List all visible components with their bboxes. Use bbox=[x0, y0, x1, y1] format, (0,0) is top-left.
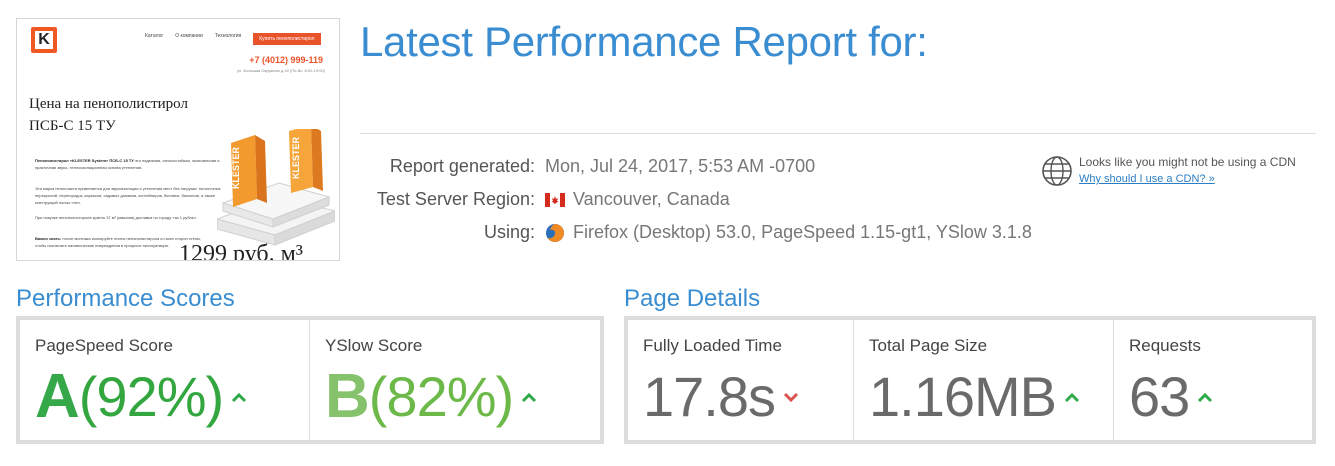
site-logo: K bbox=[31, 27, 57, 53]
total-page-size-value-wrap: 1.16MB bbox=[869, 360, 1080, 434]
firefox-icon bbox=[546, 223, 564, 242]
thumb-paragraph: При покупке пенополистирола кратно 37 м³… bbox=[35, 215, 198, 220]
thumb-paragraph: Важно знать: после монтажа изолируйте пл… bbox=[35, 236, 201, 248]
pagespeed-score-card[interactable]: PageSpeed Score A (92%) bbox=[20, 320, 310, 440]
trend-up-icon bbox=[1064, 392, 1080, 403]
thumb-nav-item: О компании bbox=[175, 33, 203, 39]
page-title: Latest Performance Report for: bbox=[360, 18, 928, 65]
report-generated-label-wrap: Report generated: bbox=[360, 156, 535, 180]
fully-loaded-time-card[interactable]: Fully Loaded Time 17.8s bbox=[628, 320, 854, 440]
trend-up-icon bbox=[232, 392, 247, 403]
report-generated-value: Mon, Jul 24, 2017, 5:53 AM -0700 bbox=[545, 156, 816, 176]
yslow-score-value: B (82%) bbox=[325, 360, 537, 434]
trend-up-icon bbox=[1198, 392, 1213, 403]
fully-loaded-time-value: 17.8s bbox=[643, 365, 776, 428]
thumb-nav: Каталог О компании Технология Купить пен… bbox=[145, 33, 321, 45]
thumb-heading: Цена на пенополистирол ПСБ-С 15 ТУ bbox=[29, 96, 188, 134]
fully-loaded-time-label: Fully Loaded Time bbox=[643, 336, 782, 355]
using-value: Firefox (Desktop) 53.0, PageSpeed 1.15-g… bbox=[573, 222, 1032, 242]
performance-scores-title: Performance Scores bbox=[16, 285, 235, 312]
trend-down-icon bbox=[783, 392, 799, 403]
total-page-size-card[interactable]: Total Page Size 1.16MB bbox=[854, 320, 1114, 440]
thumb-address: ул. Большая Окружная д.1б (Пн-Вс: 8:00-1… bbox=[236, 68, 325, 73]
thumb-nav-item: Технология bbox=[214, 33, 242, 39]
yslow-percent: (82%) bbox=[368, 365, 514, 428]
thumb-price: 1299 руб. м³ bbox=[179, 241, 303, 261]
requests-value: 63 bbox=[1129, 365, 1190, 428]
fully-loaded-time-value-wrap: 17.8s bbox=[643, 360, 799, 434]
requests-label: Requests bbox=[1129, 336, 1201, 355]
pagespeed-percent: (92%) bbox=[78, 365, 224, 428]
yslow-score-label: YSlow Score bbox=[325, 336, 423, 355]
test-server-region-label: Test Server Region: bbox=[376, 189, 535, 209]
thumb-paragraph: Пенополистирол «KLESTER System» ПСБ-С 15… bbox=[35, 158, 220, 170]
thumb-paragraph: Эта марка пенопласта применяется для зву… bbox=[35, 186, 221, 205]
pagespeed-grade: A bbox=[35, 362, 80, 431]
performance-scores-panel: PageSpeed Score A (92%) YSlow Score B (8… bbox=[16, 316, 604, 444]
product-brand: KLESTER bbox=[291, 136, 301, 179]
report-generated-label: Report generated: bbox=[389, 156, 535, 176]
page-details-panel: Fully Loaded Time 17.8s Total Page Size … bbox=[624, 316, 1316, 444]
page-details-title: Page Details bbox=[624, 285, 761, 312]
yslow-grade: B bbox=[325, 362, 370, 431]
cdn-notice-text: Looks like you might not be using a CDN bbox=[1079, 155, 1296, 169]
total-page-size-value: 1.16MB bbox=[869, 365, 1057, 428]
site-thumbnail[interactable]: K Каталог О компании Технология Купить п… bbox=[16, 18, 340, 261]
region-label-wrap: Test Server Region: bbox=[360, 189, 535, 213]
test-server-region-value: Vancouver, Canada bbox=[573, 189, 730, 209]
using-label: Using: bbox=[483, 222, 535, 242]
pagespeed-score-label: PageSpeed Score bbox=[35, 336, 173, 355]
requests-card[interactable]: Requests 63 bbox=[1114, 320, 1312, 440]
divider bbox=[360, 133, 1316, 134]
trend-up-icon bbox=[522, 392, 537, 403]
product-image: KLESTER KLESTER bbox=[217, 129, 335, 246]
canada-flag-icon bbox=[545, 192, 565, 207]
yslow-score-card[interactable]: YSlow Score B (82%) bbox=[310, 320, 600, 440]
product-brand: KLESTER bbox=[231, 146, 241, 189]
using-label-wrap: Using: bbox=[360, 222, 535, 246]
cdn-help-link[interactable]: Why should I use a CDN? » bbox=[1079, 173, 1215, 185]
globe-icon bbox=[1042, 156, 1072, 186]
requests-value-wrap: 63 bbox=[1129, 360, 1213, 434]
thumb-nav-item: Каталог bbox=[145, 33, 164, 39]
thumb-nav-cta: Купить пенополистирол bbox=[253, 33, 321, 45]
pagespeed-score-value: A (92%) bbox=[35, 360, 247, 434]
thumb-phone: +7 (4012) 999-119 bbox=[249, 55, 323, 65]
total-page-size-label: Total Page Size bbox=[869, 336, 988, 355]
